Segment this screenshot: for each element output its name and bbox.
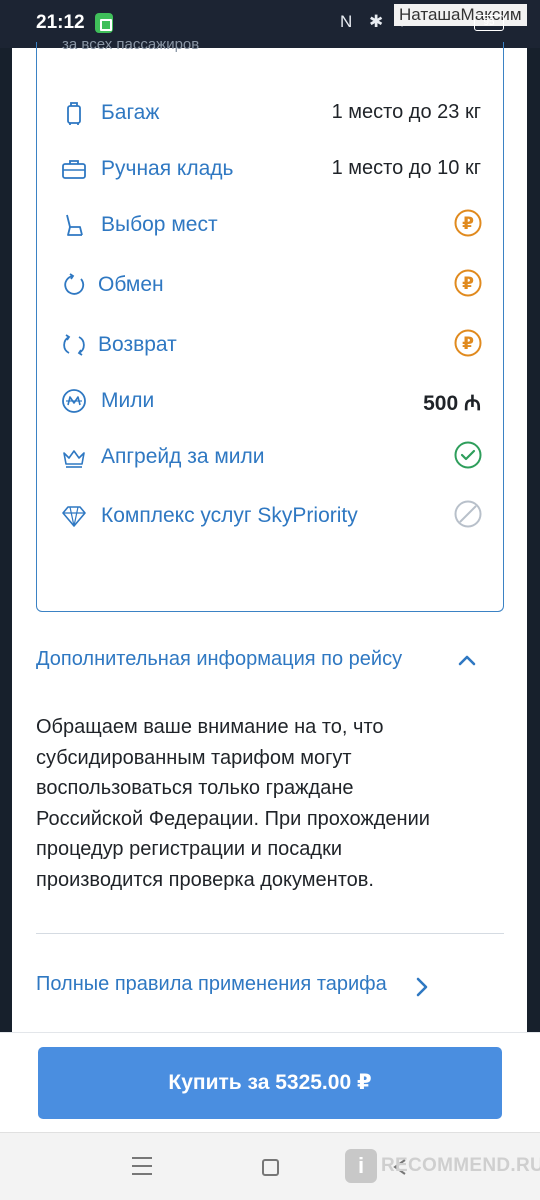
additional-info-title: Дополнительная информация по рейсу — [36, 648, 403, 670]
fare-row-exchange: Обмен ₽ — [61, 264, 482, 304]
watermark-badge: i — [345, 1149, 377, 1183]
fare-rules-label: Полные правила применения тарифа — [36, 973, 387, 995]
seat-icon — [66, 214, 83, 236]
watermark: i RECOMMEND.RU — [345, 1149, 540, 1185]
fare-row-label: Апгрейд за мили — [101, 445, 265, 468]
paid-symbol: ₽ — [462, 214, 474, 234]
fare-row-label: Мили — [101, 389, 155, 412]
additional-info-toggle[interactable]: Дополнительная информация по рейсу — [36, 646, 504, 676]
background-edge — [0, 48, 12, 1033]
refund-icon — [63, 334, 85, 356]
home-button[interactable] — [262, 1159, 279, 1176]
additional-info-text: Обращаем ваше внимание на то, что субсид… — [36, 712, 504, 895]
fare-row-upgrade: Апгрейд за мили — [61, 436, 482, 476]
info-line: производится проверка документов. — [36, 868, 374, 891]
check-circle-icon — [454, 441, 482, 469]
fare-row-skypriority: Комплекс услуг SkyPriority — [61, 495, 482, 535]
recent-apps-button[interactable] — [132, 1157, 152, 1177]
fare-row-label: Обмен — [98, 273, 164, 296]
crown-icon — [63, 450, 85, 468]
exchange-icon — [64, 273, 85, 295]
fare-row-value: 1 место до 10 кг — [331, 157, 481, 179]
battery-icon: 95 — [474, 15, 504, 31]
briefcase-icon — [62, 160, 86, 179]
paid-ruble-icon: ₽ — [454, 269, 482, 297]
miles-icon — [62, 389, 86, 413]
fare-row-label: Возврат — [98, 333, 177, 356]
fare-row-miles: Мили 500 ₼ — [61, 380, 481, 420]
paid-symbol: ₽ — [462, 334, 474, 354]
fare-details-page: за всех пассажиров Багаж 1 место до 23 к… — [0, 36, 540, 1132]
fare-row-refund: Возврат ₽ — [61, 324, 482, 364]
watermark-text: RECOMMEND.RU — [381, 1155, 540, 1176]
fare-row-seat-selection: Выбор мест ₽ — [61, 204, 482, 244]
system-nav-bar: i RECOMMEND.RU — [0, 1132, 540, 1200]
info-line: процедур регистрации и посадки — [36, 838, 342, 860]
fare-row-value: 1 место до 23 кг — [331, 101, 481, 123]
fare-row-label: Комплекс услуг SkyPriority — [101, 504, 358, 527]
buy-button[interactable]: Купить за 5325.00 ₽ — [38, 1047, 502, 1119]
background-edge — [527, 48, 540, 1033]
fare-row-baggage: Багаж 1 место до 23 кг — [61, 92, 481, 132]
info-line: субсидированным тарифом могут — [36, 746, 352, 769]
suitcase-icon — [67, 102, 81, 125]
info-line: Обращаем ваше внимание на то, что — [36, 716, 384, 738]
divider — [36, 933, 504, 934]
chevron-up-icon — [458, 655, 476, 666]
fare-row-value: 500 ₼ — [423, 392, 481, 415]
paid-ruble-icon: ₽ — [454, 209, 482, 237]
fare-row-label: Багаж — [101, 101, 160, 124]
fare-card: за всех пассажиров Багаж 1 место до 23 к… — [36, 36, 504, 612]
app-notification-icon — [95, 13, 113, 33]
info-line: Российской Федерации. При прохождении — [36, 807, 430, 830]
fare-rules-link[interactable]: Полные правила применения тарифа — [36, 973, 428, 1001]
diamond-icon — [62, 506, 86, 527]
fare-row-label: Ручная кладь — [101, 157, 234, 180]
chevron-right-icon — [416, 977, 428, 997]
status-time: 21:12 — [36, 12, 85, 33]
info-line: воспользоваться только граждане — [36, 777, 354, 799]
paid-ruble-icon: ₽ — [454, 329, 482, 357]
fare-row-label: Выбор мест — [101, 213, 218, 236]
status-user-name: НаташаМаксим — [394, 4, 527, 26]
paid-symbol: ₽ — [462, 274, 474, 294]
buy-bar: Купить за 5325.00 ₽ — [0, 1032, 540, 1132]
card-caption: за всех пассажиров — [62, 36, 200, 53]
fare-row-hand-luggage: Ручная кладь 1 место до 10 кг — [61, 148, 481, 188]
unavailable-icon — [454, 500, 482, 528]
